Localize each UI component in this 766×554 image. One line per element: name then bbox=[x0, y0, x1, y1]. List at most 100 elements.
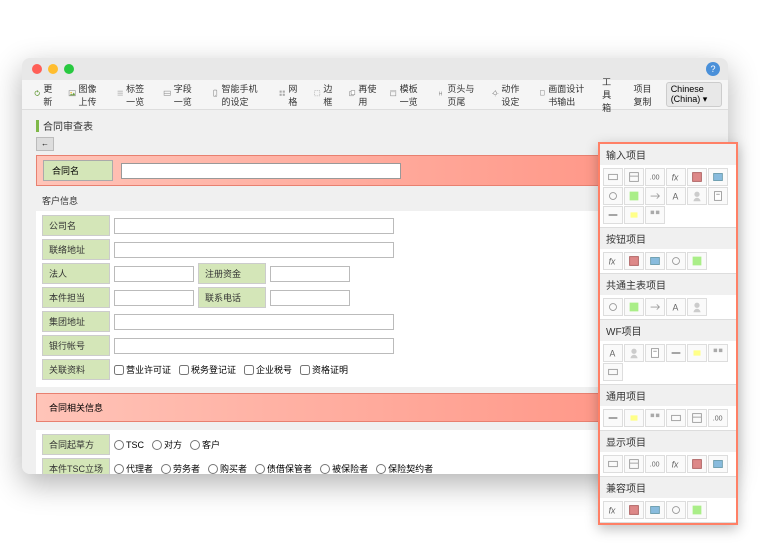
palette-item[interactable]: .00 bbox=[645, 455, 665, 473]
maximize-dot[interactable] bbox=[64, 64, 74, 74]
minimize-dot[interactable] bbox=[48, 64, 58, 74]
opt-qualification[interactable]: 资格证明 bbox=[300, 363, 348, 376]
bank-account-input[interactable] bbox=[114, 338, 394, 354]
palette-item[interactable] bbox=[687, 344, 707, 362]
palette-item[interactable] bbox=[645, 501, 665, 519]
palette-item[interactable] bbox=[687, 252, 707, 270]
language-select[interactable]: Chinese (China) ▾ bbox=[666, 82, 722, 107]
palette-item[interactable] bbox=[624, 206, 644, 224]
opt-tax-reg[interactable]: 税务登记证 bbox=[179, 363, 236, 376]
group-address-input[interactable] bbox=[114, 314, 394, 330]
image-upload-button[interactable]: 图像上传 bbox=[63, 79, 109, 111]
opt-insurer[interactable]: 保险契约者 bbox=[376, 462, 433, 474]
palette-item[interactable] bbox=[687, 187, 707, 205]
field-list-button[interactable]: 字段一览 bbox=[158, 79, 204, 111]
palette-item[interactable] bbox=[666, 344, 686, 362]
palette-item[interactable] bbox=[624, 455, 644, 473]
palette-item[interactable]: fx bbox=[603, 252, 623, 270]
border-button[interactable]: 边框 bbox=[308, 79, 341, 111]
opt-agent[interactable]: 代理者 bbox=[114, 462, 153, 474]
palette-item[interactable] bbox=[645, 298, 665, 316]
palette-item[interactable] bbox=[624, 409, 644, 427]
refresh-button[interactable]: 更新 bbox=[28, 79, 61, 111]
output-icon bbox=[539, 89, 547, 101]
palette-item[interactable] bbox=[687, 455, 707, 473]
palette-item[interactable] bbox=[603, 298, 623, 316]
palette-item[interactable] bbox=[708, 455, 728, 473]
palette-item[interactable]: A bbox=[666, 298, 686, 316]
palette-item[interactable]: A bbox=[666, 187, 686, 205]
case-owner-input[interactable] bbox=[114, 290, 194, 306]
palette-section-header: WF项目 bbox=[600, 320, 736, 341]
opt-other[interactable]: 对方 bbox=[152, 438, 182, 451]
palette-item[interactable] bbox=[624, 501, 644, 519]
opt-license[interactable]: 营业许可证 bbox=[114, 363, 171, 376]
toolbox-button[interactable]: 工具箱 bbox=[597, 72, 624, 117]
palette-item[interactable] bbox=[666, 501, 686, 519]
palette-item[interactable] bbox=[687, 409, 707, 427]
palette-item[interactable] bbox=[603, 363, 623, 381]
template-button[interactable]: 模板一览 bbox=[384, 79, 430, 111]
palette-item[interactable]: fx bbox=[666, 455, 686, 473]
palette-item[interactable]: fx bbox=[603, 501, 623, 519]
close-dot[interactable] bbox=[32, 64, 42, 74]
contact-address-input[interactable] bbox=[114, 242, 394, 258]
palette-item[interactable] bbox=[666, 252, 686, 270]
opt-custodian[interactable]: 债借保管者 bbox=[255, 462, 312, 474]
palette-item[interactable] bbox=[603, 206, 623, 224]
contract-name-input[interactable] bbox=[121, 163, 401, 179]
palette-item[interactable]: A bbox=[603, 344, 623, 362]
action-settings-button[interactable]: 动作设定 bbox=[486, 79, 532, 111]
palette-grid: fx bbox=[600, 249, 736, 273]
palette-item[interactable] bbox=[687, 298, 707, 316]
tsc-position-options: 代理者 劳务者 购买者 债借保管者 被保险者 保险契约者 bbox=[114, 462, 433, 474]
company-name-input[interactable] bbox=[114, 218, 394, 234]
opt-labor[interactable]: 劳务者 bbox=[161, 462, 200, 474]
opt-insured[interactable]: 被保险者 bbox=[320, 462, 368, 474]
palette-item[interactable] bbox=[687, 168, 707, 186]
label-list-button[interactable]: 标签一览 bbox=[111, 79, 157, 111]
palette-item[interactable] bbox=[708, 187, 728, 205]
grid-button[interactable]: 网格 bbox=[273, 79, 306, 111]
palette-item[interactable] bbox=[603, 455, 623, 473]
palette-item[interactable] bbox=[645, 344, 665, 362]
palette-item[interactable] bbox=[624, 344, 644, 362]
palette-item[interactable] bbox=[624, 252, 644, 270]
svg-text:.00: .00 bbox=[650, 462, 660, 469]
palette-item[interactable] bbox=[708, 344, 728, 362]
opt-buyer[interactable]: 购买者 bbox=[208, 462, 247, 474]
palette-item[interactable] bbox=[624, 187, 644, 205]
help-icon[interactable]: ? bbox=[706, 62, 720, 76]
palette-item[interactable]: .00 bbox=[708, 409, 728, 427]
registered-capital-input[interactable] bbox=[270, 266, 350, 282]
palette-item[interactable] bbox=[708, 168, 728, 186]
palette-item[interactable] bbox=[666, 409, 686, 427]
opt-tsc[interactable]: TSC bbox=[114, 440, 144, 450]
palette-item[interactable] bbox=[603, 168, 623, 186]
item-copy-button[interactable]: 项目复制 bbox=[629, 79, 662, 111]
palette-item[interactable] bbox=[624, 298, 644, 316]
palette-item[interactable] bbox=[645, 252, 665, 270]
palette-item[interactable]: fx bbox=[666, 168, 686, 186]
opt-tax-id[interactable]: 企业税号 bbox=[244, 363, 292, 376]
header-footer-button[interactable]: H页头与页尾 bbox=[432, 79, 484, 111]
image-icon bbox=[68, 89, 76, 101]
palette-item[interactable] bbox=[603, 409, 623, 427]
reuse-button[interactable]: 再使用 bbox=[343, 79, 382, 111]
header-icon: H bbox=[437, 89, 445, 101]
opt-customer[interactable]: 客户 bbox=[190, 438, 220, 451]
legal-person-input[interactable] bbox=[114, 266, 194, 282]
svg-text:.00: .00 bbox=[650, 175, 660, 182]
palette-item[interactable] bbox=[624, 168, 644, 186]
palette-item[interactable] bbox=[687, 501, 707, 519]
back-button[interactable]: ← bbox=[36, 137, 54, 151]
palette-item[interactable]: .00 bbox=[645, 168, 665, 186]
palette-item[interactable] bbox=[645, 187, 665, 205]
contact-phone-input[interactable] bbox=[270, 290, 350, 306]
smartphone-button[interactable]: 智能手机的设定 bbox=[206, 79, 271, 111]
palette-item[interactable] bbox=[603, 187, 623, 205]
design-output-button[interactable]: 画面设计书输出 bbox=[534, 79, 594, 111]
palette-item[interactable] bbox=[645, 409, 665, 427]
field-icon bbox=[163, 89, 171, 101]
palette-item[interactable] bbox=[645, 206, 665, 224]
